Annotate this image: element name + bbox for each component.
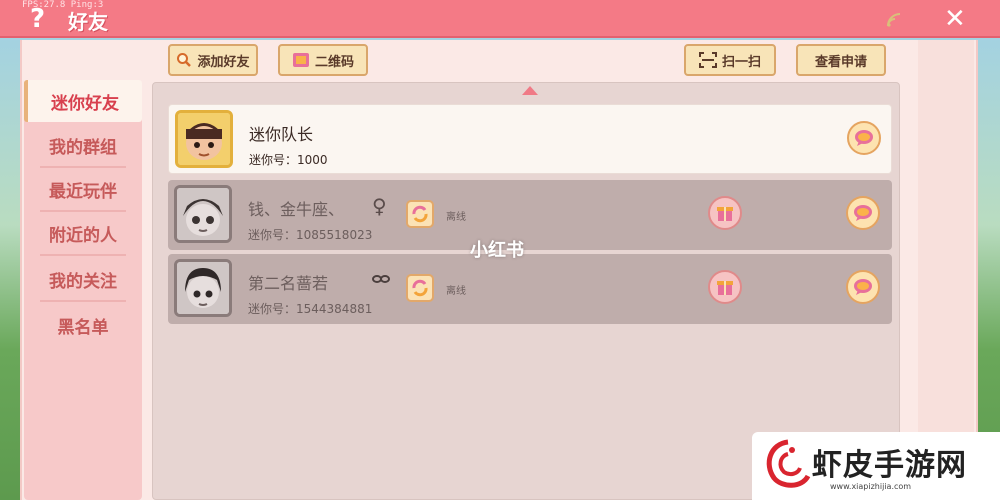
add-friend-button[interactable]: 添加好友 xyxy=(168,44,258,76)
gift-button[interactable] xyxy=(708,270,742,304)
decorative-border xyxy=(918,40,974,500)
friend-row[interactable]: 第二名蔷若 迷你号：1544384881 离线 xyxy=(168,254,892,324)
qr-code-icon xyxy=(292,53,309,67)
chat-button[interactable] xyxy=(846,270,880,304)
sidebar-item-label: 我的关注 xyxy=(49,271,117,292)
sidebar-item-label: 黑名单 xyxy=(57,317,109,338)
help-icon[interactable]: ? xyxy=(30,4,45,34)
female-icon: ♀ xyxy=(372,194,387,218)
view-requests-button[interactable]: 查看申请 xyxy=(796,44,886,76)
friend-row[interactable]: 迷你队长 迷你号：1000 xyxy=(168,104,892,174)
refresh-icon xyxy=(412,279,428,297)
chat-button[interactable] xyxy=(846,196,880,230)
scan-icon xyxy=(698,52,717,68)
sidebar-item-mini-friends[interactable]: 迷你好友 xyxy=(24,80,142,122)
friend-name: 迷你队长 xyxy=(249,125,314,144)
avatar[interactable] xyxy=(174,259,232,317)
friend-uid: 迷你号：1085518023 xyxy=(248,228,373,242)
qr-code-label: 二维码 xyxy=(314,54,354,70)
sidebar-item-label: 最近玩伴 xyxy=(49,181,117,202)
divider xyxy=(40,254,126,256)
status-text: 离线 xyxy=(446,212,466,223)
add-friend-label: 添加好友 xyxy=(197,54,250,70)
divider xyxy=(40,300,126,302)
status-text: 离线 xyxy=(446,286,466,297)
gift-button[interactable] xyxy=(708,196,742,230)
view-requests-label: 查看申请 xyxy=(814,54,867,70)
page-title: 好友 xyxy=(68,10,108,34)
center-watermark: 小红书 xyxy=(470,240,524,261)
site-url: www.xiapizhijia.com xyxy=(830,482,912,491)
avatar-face-icon xyxy=(177,188,229,240)
avatar-face-icon xyxy=(178,113,230,165)
friend-name: 第二名蔷若 xyxy=(248,274,329,293)
chat-bubble-icon xyxy=(855,130,873,146)
gender-neutral-icon xyxy=(372,275,390,283)
gift-icon xyxy=(717,207,733,221)
friend-uid: 迷你号：1544384881 xyxy=(248,302,373,316)
friends-panel: FPS:27.8 Ping:3 ? 好友 ✕ 添加好友 二维码 扫一扫 查看申请… xyxy=(0,0,1000,500)
scan-label: 扫一扫 xyxy=(721,54,761,70)
title-bar: FPS:27.8 Ping:3 ? 好友 ✕ xyxy=(0,0,1000,38)
gift-icon xyxy=(717,281,733,295)
site-title: 虾皮手游网 xyxy=(812,448,967,483)
avatar-face-icon xyxy=(177,262,229,314)
chat-button[interactable] xyxy=(847,121,881,155)
scroll-up-icon[interactable] xyxy=(522,86,538,95)
sidebar-item-my-groups[interactable]: 我的群组 xyxy=(24,124,142,168)
signal-icon xyxy=(887,13,901,27)
sidebar-item-nearby[interactable]: 附近的人 xyxy=(24,212,142,256)
sidebar-item-recent-playmates[interactable]: 最近玩伴 xyxy=(24,168,142,212)
qr-code-button[interactable]: 二维码 xyxy=(278,44,368,76)
sidebar-item-label: 迷你好友 xyxy=(51,93,119,114)
avatar[interactable] xyxy=(175,110,233,168)
friend-uid: 迷你号：1000 xyxy=(249,153,328,167)
friend-row[interactable]: 钱、金牛座、 迷你号：1085518023 ♀ 离线 xyxy=(168,180,892,250)
chat-bubble-icon xyxy=(854,279,872,295)
sidebar-item-blacklist[interactable]: 黑名单 xyxy=(24,304,142,346)
refresh-button[interactable] xyxy=(406,200,434,228)
sidebar-item-label: 我的群组 xyxy=(49,137,117,158)
avatar[interactable] xyxy=(174,185,232,243)
magnifier-icon xyxy=(177,53,192,67)
sidebar-item-label: 附近的人 xyxy=(49,225,117,246)
sidebar: 迷你好友 我的群组 最近玩伴 附近的人 我的关注 黑名单 xyxy=(24,80,142,500)
scan-button[interactable]: 扫一扫 xyxy=(684,44,776,76)
close-icon[interactable]: ✕ xyxy=(944,4,966,34)
shrimp-logo-icon xyxy=(766,439,811,488)
sidebar-item-following[interactable]: 我的关注 xyxy=(24,258,142,302)
site-watermark: 虾皮手游网 www.xiapizhijia.com xyxy=(752,432,1000,500)
refresh-icon xyxy=(412,205,428,223)
chat-bubble-icon xyxy=(854,205,872,221)
friend-name: 钱、金牛座、 xyxy=(248,200,345,219)
refresh-button[interactable] xyxy=(406,274,434,302)
